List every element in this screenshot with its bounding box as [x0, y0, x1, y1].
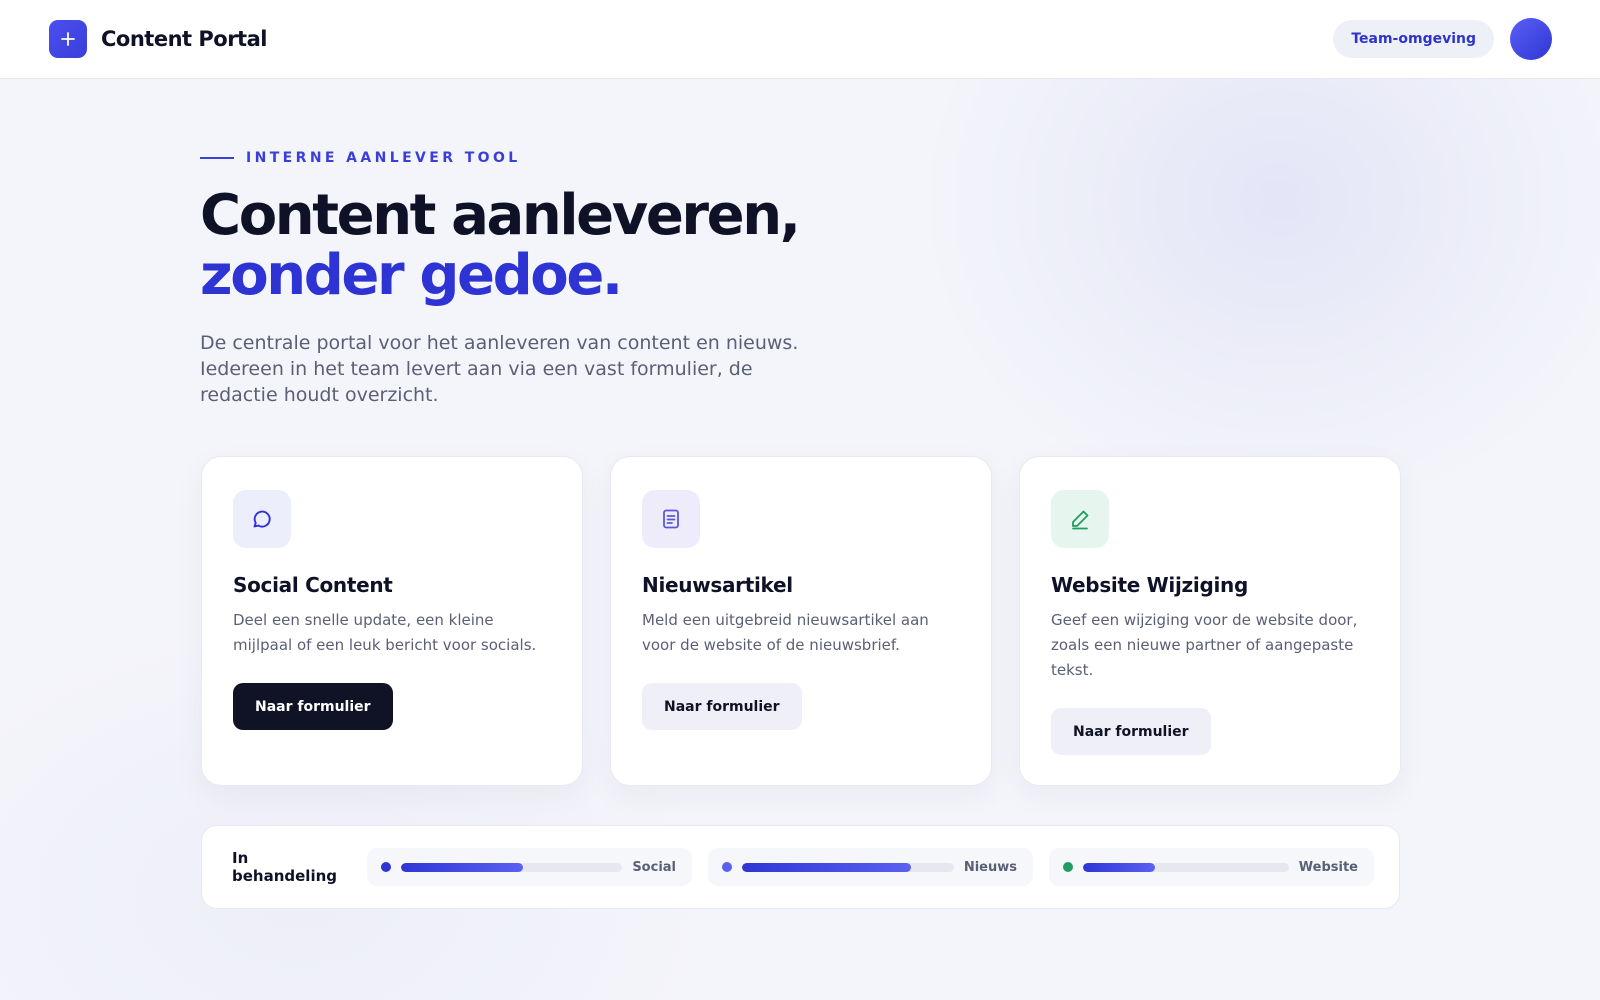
form-cards: Social Content Deel een snelle update, e… [201, 456, 1401, 786]
pencil-icon [1051, 490, 1109, 548]
eyebrow: INTERNE AANLEVER TOOL [200, 150, 900, 166]
user-avatar[interactable] [1510, 18, 1552, 60]
card-nieuwsartikel: Nieuwsartikel Meld een uitgebreid nieuws… [610, 456, 992, 786]
status-dot [722, 862, 732, 872]
progress-fill [401, 862, 523, 872]
page-title-line1: Content aanleveren, [200, 183, 801, 248]
brand[interactable]: Content Portal [49, 20, 267, 58]
hero-section: INTERNE AANLEVER TOOL Content aanleveren… [200, 150, 900, 408]
progress-track [742, 862, 954, 872]
status-items: Social Nieuws Website [367, 848, 1374, 886]
header-actions: Team-omgeving [1333, 18, 1552, 60]
card-description: Geef een wijziging voor de website door,… [1051, 611, 1358, 679]
progress-fill [1083, 862, 1156, 872]
hero-subtitle: De centrale portal voor het aanleveren v… [200, 332, 799, 406]
status-dot [1063, 862, 1073, 872]
status-item-nieuws: Nieuws [708, 848, 1033, 886]
status-name: Website [1298, 859, 1358, 875]
page-title: Content aanleveren, zonder gedoe. [200, 186, 900, 306]
card-description: Deel een snelle update, een kleine mijlp… [233, 611, 537, 654]
eyebrow-line [200, 157, 234, 159]
status-label: In behandeling [232, 849, 337, 885]
status-item-social: Social [367, 848, 692, 886]
card-description: Meld een uitgebreid nieuwsartikel aan vo… [642, 611, 929, 654]
document-icon [642, 490, 700, 548]
status-name: Nieuws [963, 859, 1017, 875]
status-dot [381, 862, 391, 872]
status-name: Social [632, 859, 676, 875]
progress-track [401, 862, 623, 872]
status-overview: In behandeling Social Nieuws Website [201, 825, 1400, 909]
environment-badge[interactable]: Team-omgeving [1333, 20, 1494, 58]
eyebrow-text: INTERNE AANLEVER TOOL [246, 150, 521, 166]
card-social-content: Social Content Deel een snelle update, e… [201, 456, 583, 786]
card-title: Social Content [233, 573, 393, 597]
website-form-button[interactable]: Naar formulier [1051, 708, 1211, 755]
progress-track [1083, 862, 1289, 872]
chat-bubble-icon [233, 490, 291, 548]
page-title-line2: zonder gedoe. [200, 243, 623, 308]
app-title: Content Portal [101, 27, 267, 51]
plus-icon [49, 20, 87, 58]
social-form-button[interactable]: Naar formulier [233, 683, 393, 730]
status-item-website: Website [1049, 848, 1374, 886]
card-title: Nieuwsartikel [642, 573, 793, 597]
top-navigation-bar: Content Portal Team-omgeving [0, 0, 1600, 79]
card-title: Website Wijziging [1051, 573, 1248, 597]
news-form-button[interactable]: Naar formulier [642, 683, 802, 730]
progress-fill [742, 862, 912, 872]
card-website-wijziging: Website Wijziging Geef een wijziging voo… [1019, 456, 1401, 786]
